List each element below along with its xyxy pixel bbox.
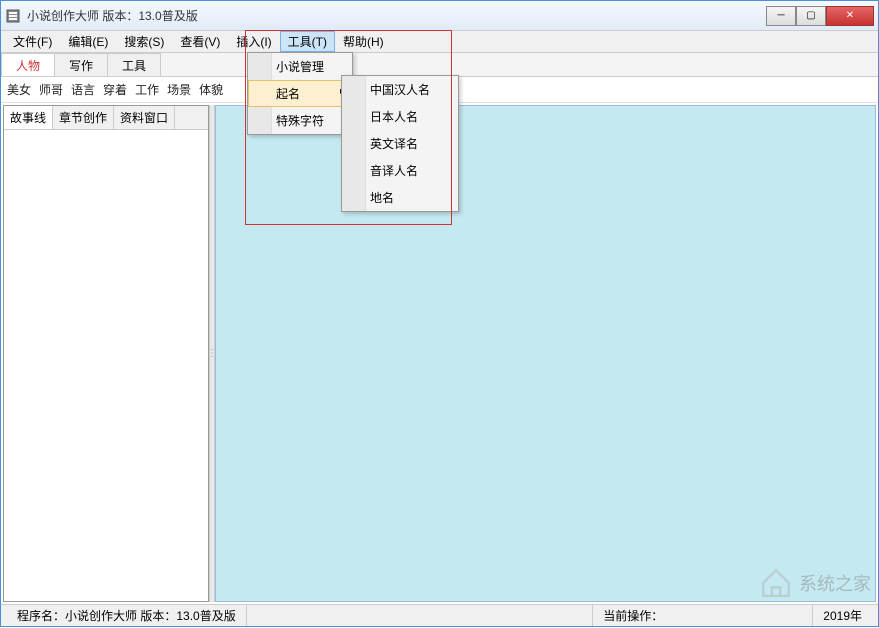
content-area [215, 105, 876, 602]
link-work[interactable]: 工作 [135, 81, 159, 98]
tools-dropdown: 小说管理 起名 特殊字符 [247, 52, 353, 135]
titlebar: 小说创作大师 版本：13.0普及版 ─ ▢ ✕ [1, 1, 878, 31]
submenu-chinese-name[interactable]: 中国汉人名 [342, 76, 458, 103]
tab-character[interactable]: 人物 [1, 53, 55, 76]
submenu-japanese-name[interactable]: 日本人名 [342, 103, 458, 130]
left-panel: 故事线 章节创作 资料窗口 [3, 105, 209, 602]
status-op-label: 当前操作： [603, 607, 663, 624]
tab-writing[interactable]: 写作 [54, 53, 108, 76]
statusbar: 程序名： 小说创作大师 版本：13.0普及版 当前操作： 2019年 [1, 604, 878, 626]
close-button[interactable]: ✕ [826, 6, 874, 26]
link-handsome[interactable]: 师哥 [39, 81, 63, 98]
app-icon [5, 8, 21, 24]
dropdown-special-chars[interactable]: 特殊字符 [248, 107, 352, 134]
status-program-label: 程序名： [17, 607, 65, 624]
link-clothes[interactable]: 穿着 [103, 81, 127, 98]
maximize-button[interactable]: ▢ [796, 6, 826, 26]
toolbar-tabs: 人物 写作 工具 [1, 53, 878, 77]
tab-tools[interactable]: 工具 [107, 53, 161, 76]
menu-edit[interactable]: 编辑(E) [60, 31, 116, 52]
minimize-button[interactable]: ─ [766, 6, 796, 26]
menu-view[interactable]: 查看(V) [172, 31, 228, 52]
link-language[interactable]: 语言 [71, 81, 95, 98]
status-program-value: 小说创作大师 版本：13.0普及版 [65, 607, 236, 624]
left-panel-body [4, 130, 208, 601]
window-title: 小说创作大师 版本：13.0普及版 [27, 7, 766, 24]
status-year: 2019年 [813, 605, 872, 626]
left-tab-chapter[interactable]: 章节创作 [53, 106, 114, 129]
left-tab-storyline[interactable]: 故事线 [4, 106, 53, 129]
submenu-english-name[interactable]: 英文译名 [342, 130, 458, 157]
menu-tools[interactable]: 工具(T) [280, 31, 335, 52]
dropdown-novel-manage[interactable]: 小说管理 [248, 53, 352, 80]
menubar: 文件(F) 编辑(E) 搜索(S) 查看(V) 插入(I) 工具(T) 帮助(H… [1, 31, 878, 53]
left-tab-data[interactable]: 资料窗口 [114, 106, 175, 129]
naming-submenu: 中国汉人名 日本人名 英文译名 音译人名 地名 [341, 75, 459, 212]
menu-search[interactable]: 搜索(S) [116, 31, 172, 52]
link-beauty[interactable]: 美女 [7, 81, 31, 98]
menu-help[interactable]: 帮助(H) [335, 31, 392, 52]
submenu-translit-name[interactable]: 音译人名 [342, 157, 458, 184]
dropdown-naming[interactable]: 起名 [248, 80, 352, 107]
submenu-place-name[interactable]: 地名 [342, 184, 458, 211]
menu-file[interactable]: 文件(F) [5, 31, 60, 52]
link-scene[interactable]: 场景 [167, 81, 191, 98]
link-body[interactable]: 体貌 [199, 81, 223, 98]
menu-insert[interactable]: 插入(I) [228, 31, 279, 52]
